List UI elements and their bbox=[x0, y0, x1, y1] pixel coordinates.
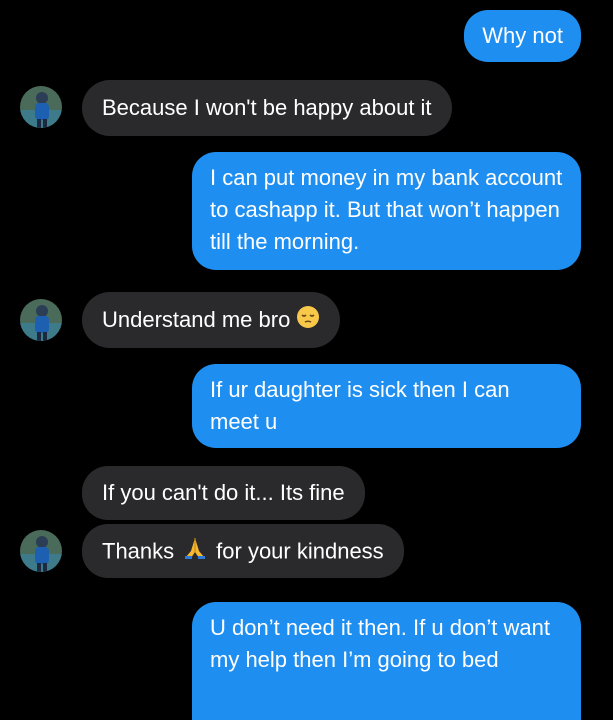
contact-avatar[interactable] bbox=[20, 86, 62, 128]
sent-message-bubble[interactable]: Why not bbox=[464, 10, 581, 62]
message-text: Understand me bro bbox=[102, 307, 291, 332]
received-message-bubble[interactable]: Thanks for your kindness bbox=[82, 524, 404, 578]
avatar-image bbox=[20, 530, 62, 572]
sent-message-bubble[interactable]: U don’t need it then. If u don’t want my… bbox=[192, 602, 581, 720]
received-message-bubble[interactable]: Understand me bro bbox=[82, 292, 341, 348]
contact-avatar[interactable] bbox=[20, 299, 62, 341]
avatar-image bbox=[20, 86, 62, 128]
received-message-bubble[interactable]: If you can't do it... Its fine bbox=[82, 466, 365, 520]
received-message-bubble[interactable]: Because I won't be happy about it bbox=[82, 80, 452, 136]
sent-message-bubble[interactable]: If ur daughter is sick then I can meet u bbox=[192, 364, 581, 448]
contact-avatar[interactable] bbox=[20, 530, 62, 572]
message-text: Thanks bbox=[102, 538, 175, 564]
pensive-face-emoji-icon bbox=[296, 305, 320, 338]
avatar-image bbox=[20, 299, 62, 341]
chat-thread: Why not Because I won't be happy about i… bbox=[0, 0, 613, 720]
message-text: for your kindness bbox=[216, 538, 384, 564]
sent-message-bubble[interactable]: I can put money in my bank account to ca… bbox=[192, 152, 581, 270]
folded-hands-emoji-icon bbox=[182, 535, 208, 570]
